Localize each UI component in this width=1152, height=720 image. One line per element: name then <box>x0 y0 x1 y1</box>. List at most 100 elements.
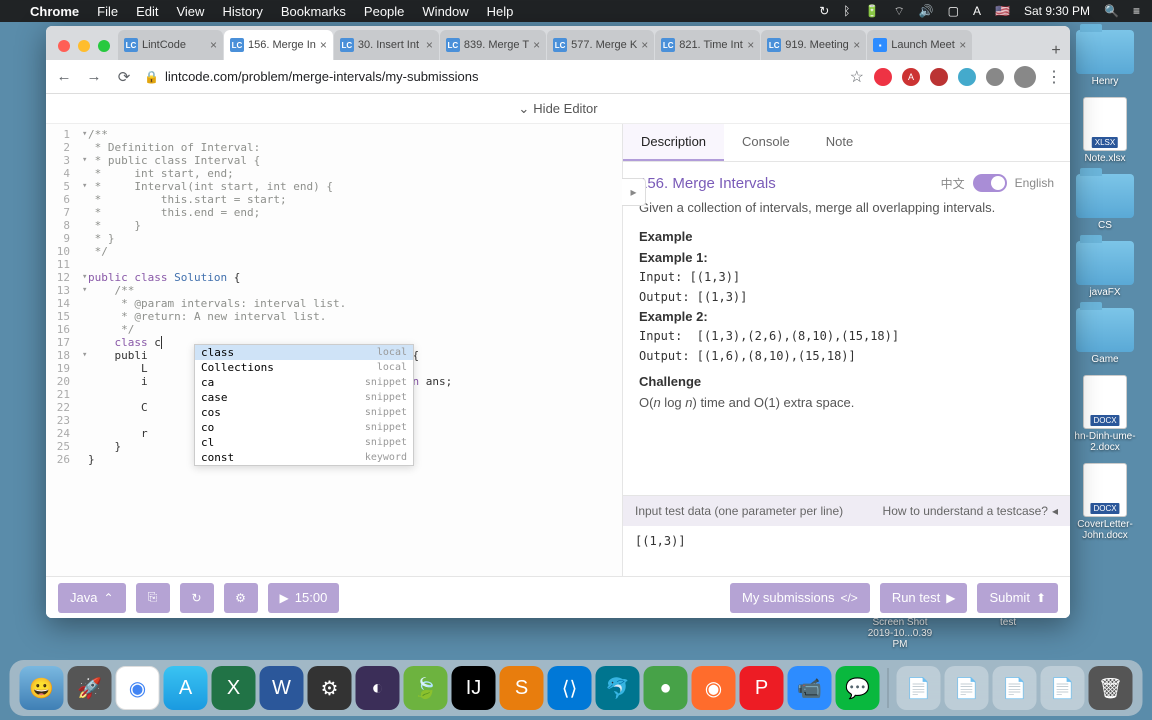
autocomplete-item[interactable]: Collectionslocal <box>195 360 413 375</box>
browser-tab[interactable]: LC156. Merge In× <box>224 30 333 60</box>
menu-edit[interactable]: Edit <box>136 4 158 19</box>
control-center-icon[interactable]: ≡ <box>1133 4 1140 18</box>
submit-button[interactable]: Submit ⬆ <box>977 583 1058 613</box>
menu-bookmarks[interactable]: Bookmarks <box>281 4 346 19</box>
extension-icon[interactable]: A <box>902 68 920 86</box>
browser-tab[interactable]: LC839. Merge T× <box>440 30 546 60</box>
browser-tab[interactable]: LC821. Time Int× <box>655 30 760 60</box>
dock-trash[interactable]: 🗑 <box>1089 666 1133 710</box>
clock[interactable]: Sat 9:30 PM <box>1024 4 1090 18</box>
reset-button[interactable]: ↻ <box>180 583 214 613</box>
extension-icon[interactable] <box>958 68 976 86</box>
dock-appstore[interactable]: A <box>164 666 208 710</box>
new-tab-button[interactable]: + <box>1042 42 1070 60</box>
panel-expand-handle[interactable]: ▸ <box>622 178 646 206</box>
dock-excel[interactable]: X <box>212 666 256 710</box>
chrome-menu-icon[interactable]: ⋮ <box>1046 67 1062 87</box>
desktop-screenshot-label[interactable]: Screen Shot 2019-10...0.39 PM <box>860 617 940 650</box>
tab-close-icon[interactable]: × <box>426 38 433 52</box>
timer-button[interactable]: ▶ 15:00 <box>268 583 340 613</box>
autocomplete-item[interactable]: cossnippet <box>195 405 413 420</box>
dock-settings[interactable]: ⚙ <box>308 666 352 710</box>
bookmark-star-icon[interactable]: ☆ <box>850 67 864 87</box>
desktop-folder[interactable]: Henry <box>1076 30 1134 87</box>
wifi-icon[interactable]: ⌔ <box>893 4 904 19</box>
autocomplete-item[interactable]: constkeyword <box>195 450 413 465</box>
menu-window[interactable]: Window <box>422 4 468 19</box>
run-test-button[interactable]: Run test ▶ <box>880 583 968 613</box>
input-icon[interactable]: A <box>973 4 981 18</box>
dock-eclipse[interactable]: ◐ <box>356 666 400 710</box>
active-app-name[interactable]: Chrome <box>30 4 79 19</box>
browser-tab[interactable]: LC577. Merge K× <box>547 30 654 60</box>
browser-tab[interactable]: LC30. Insert Int× <box>334 30 439 60</box>
copy-button[interactable]: ⎘ <box>136 583 170 613</box>
menu-history[interactable]: History <box>222 4 262 19</box>
dock-postman[interactable]: ◉ <box>692 666 736 710</box>
settings-button[interactable]: ⚙ <box>224 583 258 613</box>
dock-spring[interactable]: 🍃 <box>404 666 448 710</box>
minimize-window-icon[interactable] <box>78 40 90 52</box>
dock-launchpad[interactable]: 🚀 <box>68 666 112 710</box>
my-submissions-button[interactable]: My submissions </> <box>730 583 870 613</box>
dock-intellij[interactable]: IJ <box>452 666 496 710</box>
flag-icon[interactable]: 🇺🇸 <box>995 4 1010 18</box>
volume-icon[interactable]: 🔊 <box>919 4 934 18</box>
back-button[interactable]: ← <box>54 67 74 87</box>
browser-tab[interactable]: ▪Launch Meet× <box>867 30 972 60</box>
autocomplete-item[interactable]: casesnippet <box>195 390 413 405</box>
menu-people[interactable]: People <box>364 4 404 19</box>
dock-stack[interactable]: 📄 <box>897 666 941 710</box>
tab-note[interactable]: Note <box>808 124 871 161</box>
autocomplete-item[interactable]: casnippet <box>195 375 413 390</box>
menu-view[interactable]: View <box>176 4 204 19</box>
lang-en[interactable]: English <box>1015 176 1054 190</box>
extension-icon[interactable] <box>874 68 892 86</box>
profile-avatar[interactable] <box>1014 66 1036 88</box>
language-select[interactable]: Java ⌃ <box>58 583 126 613</box>
desktop-folder[interactable]: javaFX <box>1076 241 1134 298</box>
desktop-doc[interactable]: DOCXCoverLetter-John.docx <box>1065 463 1145 541</box>
autocomplete-item[interactable]: clsnippet <box>195 435 413 450</box>
fullscreen-window-icon[interactable] <box>98 40 110 52</box>
bluetooth-icon[interactable]: ᛒ <box>843 4 850 18</box>
tab-close-icon[interactable]: × <box>853 38 860 52</box>
autocomplete-popup[interactable]: classlocalCollectionslocalcasnippetcases… <box>194 344 414 466</box>
tab-close-icon[interactable]: × <box>320 38 327 52</box>
desktop-folder[interactable]: CS <box>1076 174 1134 231</box>
desktop-test-label[interactable]: test <box>1000 617 1016 650</box>
lang-zh[interactable]: 中文 <box>941 175 965 192</box>
tab-close-icon[interactable]: × <box>533 38 540 52</box>
tab-close-icon[interactable]: × <box>747 38 754 52</box>
autocomplete-item[interactable]: classlocal <box>195 345 413 360</box>
tab-console[interactable]: Console <box>724 124 808 161</box>
tab-close-icon[interactable]: × <box>641 38 648 52</box>
menu-file[interactable]: File <box>97 4 118 19</box>
spotlight-icon[interactable]: 🔍 <box>1104 4 1119 18</box>
dock-zoom[interactable]: 📹 <box>788 666 832 710</box>
dock-word[interactable]: W <box>260 666 304 710</box>
desktop-doc[interactable]: XLSXNote.xlsx <box>1083 97 1127 164</box>
url-text[interactable]: lintcode.com/problem/merge-intervals/my-… <box>165 69 479 84</box>
airplay-icon[interactable]: ▢ <box>948 4 959 18</box>
lock-icon[interactable]: 🔒 <box>144 70 159 84</box>
dock-chrome[interactable]: ◉ <box>116 666 160 710</box>
dock-sublime[interactable]: S <box>500 666 544 710</box>
browser-tab[interactable]: LC919. Meeting× <box>761 30 866 60</box>
dock-stack[interactable]: 📄 <box>1041 666 1085 710</box>
dock-pdf[interactable]: P <box>740 666 784 710</box>
desktop-folder[interactable]: Game <box>1076 308 1134 365</box>
extension-icon[interactable] <box>930 68 948 86</box>
close-window-icon[interactable] <box>58 40 70 52</box>
dock-vscode[interactable]: ⟨⟩ <box>548 666 592 710</box>
code-editor[interactable]: 1▾/**2 * Definition of Interval:3▾ * pub… <box>46 124 622 576</box>
hide-editor-button[interactable]: ⌄ Hide Editor <box>46 94 1070 124</box>
browser-tab[interactable]: LCLintCode× <box>118 30 223 60</box>
dock-finder[interactable]: 😀 <box>20 666 64 710</box>
testcase-input[interactable]: [(1,3)] <box>623 526 1070 576</box>
tab-close-icon[interactable]: × <box>210 38 217 52</box>
lang-switch[interactable] <box>973 174 1007 192</box>
tab-description[interactable]: Description <box>623 124 724 161</box>
desktop-doc[interactable]: DOCXhn-Dinh-ume-2.docx <box>1065 375 1145 453</box>
autocomplete-item[interactable]: cosnippet <box>195 420 413 435</box>
